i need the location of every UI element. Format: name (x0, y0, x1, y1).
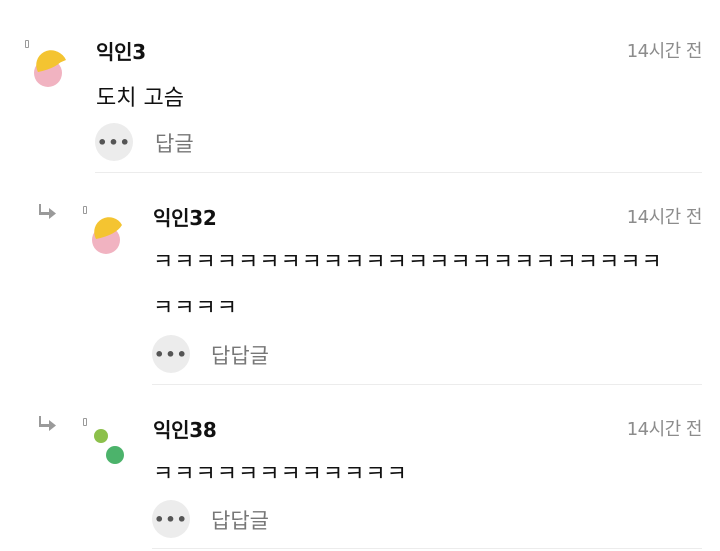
timestamp: 14시간 전 (626, 419, 703, 440)
avatar[interactable] (28, 48, 72, 92)
timestamp: 14시간 전 (626, 207, 703, 228)
ellipsis-icon: ••• (154, 509, 188, 529)
more-options-button[interactable]: ••• (95, 123, 133, 161)
reply-button[interactable]: 답글 (155, 128, 194, 158)
divider (152, 548, 702, 549)
ellipsis-icon: ••• (97, 132, 131, 152)
author-name[interactable]: 익인38 (153, 414, 217, 443)
comment-body: 도치 고슴 (96, 86, 184, 111)
comment-2: 익인32 14시간 전 ㅋㅋㅋㅋㅋㅋㅋㅋㅋㅋㅋㅋㅋㅋㅋㅋㅋㅋㅋㅋㅋㅋㅋㅋ ㅋㅋㅋ… (0, 175, 720, 387)
avatar[interactable] (86, 215, 130, 259)
more-options-button[interactable]: ••• (152, 335, 190, 373)
author-name[interactable]: 익인32 (153, 202, 217, 231)
comment-marker-icon (83, 206, 87, 214)
reply-arrow-icon (39, 416, 56, 431)
more-options-button[interactable]: ••• (152, 500, 190, 538)
comment-1: 익인3 14시간 전 도치 고슴 ••• 답글 (0, 0, 720, 175)
comment-body-line-1: ㅋㅋㅋㅋㅋㅋㅋㅋㅋㅋㅋㅋㅋㅋㅋㅋㅋㅋㅋㅋㅋㅋㅋㅋ (153, 250, 663, 275)
timestamp: 14시간 전 (626, 41, 703, 62)
comment-marker-icon (83, 418, 87, 426)
comment-body-line-2: ㅋㅋㅋㅋ (153, 296, 238, 321)
author-name[interactable]: 익인3 (96, 36, 146, 65)
comment-3: 익인38 14시간 전 ㅋㅋㅋㅋㅋㅋㅋㅋㅋㅋㅋㅋ ••• 답답글 (0, 387, 720, 551)
avatar[interactable] (88, 427, 132, 471)
divider (152, 384, 702, 385)
reply-button[interactable]: 답답글 (211, 505, 269, 535)
comment-body: ㅋㅋㅋㅋㅋㅋㅋㅋㅋㅋㅋㅋ (153, 462, 408, 487)
reply-arrow-icon (39, 204, 56, 219)
divider (95, 172, 702, 173)
reply-button[interactable]: 답답글 (211, 340, 269, 370)
ellipsis-icon: ••• (154, 344, 188, 364)
comment-marker-icon (25, 40, 29, 48)
